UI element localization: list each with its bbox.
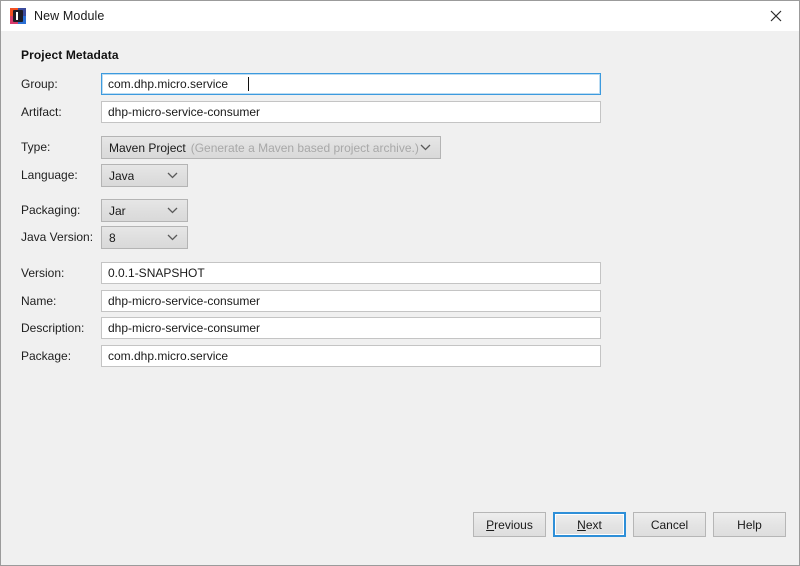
next-button[interactable]: Next	[553, 512, 626, 537]
new-module-dialog: New Module Project Metadata Group: Artif…	[0, 0, 800, 566]
next-button-label: Next	[577, 517, 602, 532]
dialog-button-bar: Previous Next Cancel Help	[1, 509, 799, 565]
previous-button[interactable]: Previous	[473, 512, 546, 537]
chevron-down-icon	[167, 207, 178, 214]
chevron-down-icon	[167, 172, 178, 179]
help-button[interactable]: Help	[713, 512, 786, 537]
java-version-combo[interactable]: 8	[101, 226, 188, 249]
close-icon	[770, 10, 782, 22]
label-name: Name:	[21, 294, 57, 308]
chevron-down-icon	[167, 234, 178, 241]
type-combo-value: Maven Project	[109, 140, 186, 155]
window-title: New Module	[34, 9, 105, 23]
language-combo[interactable]: Java	[101, 164, 188, 187]
packaging-combo[interactable]: Jar	[101, 199, 188, 222]
packaging-combo-value: Jar	[109, 203, 126, 218]
chevron-down-icon	[420, 144, 431, 151]
group-input[interactable]	[101, 73, 601, 95]
label-type: Type:	[21, 140, 51, 154]
cancel-button-label: Cancel	[650, 517, 689, 532]
package-input[interactable]	[101, 345, 601, 367]
text-caret	[248, 77, 249, 91]
language-combo-value: Java	[109, 168, 135, 183]
type-combo[interactable]: Maven Project (Generate a Maven based pr…	[101, 136, 441, 159]
description-input[interactable]	[101, 317, 601, 339]
dialog-content: Project Metadata Group: Artifact: Type: …	[1, 31, 799, 565]
label-language: Language:	[21, 168, 78, 182]
type-combo-hint: (Generate a Maven based project archive.…	[190, 140, 419, 155]
previous-button-label: Previous	[486, 517, 533, 532]
page-title: Project Metadata	[21, 48, 119, 62]
label-java-version: Java Version:	[21, 230, 94, 244]
java-version-combo-value: 8	[109, 230, 116, 245]
cancel-button[interactable]: Cancel	[633, 512, 706, 537]
label-packaging: Packaging:	[21, 203, 81, 217]
label-description: Description:	[21, 321, 85, 335]
label-artifact: Artifact:	[21, 105, 62, 119]
help-button-label: Help	[737, 517, 762, 532]
artifact-input[interactable]	[101, 101, 601, 123]
label-group: Group:	[21, 77, 58, 91]
title-bar: New Module	[1, 1, 799, 31]
label-package: Package:	[21, 349, 72, 363]
label-version: Version:	[21, 266, 65, 280]
intellij-module-icon	[10, 8, 26, 24]
close-button[interactable]	[753, 1, 799, 31]
version-input[interactable]	[101, 262, 601, 284]
name-input[interactable]	[101, 290, 601, 312]
